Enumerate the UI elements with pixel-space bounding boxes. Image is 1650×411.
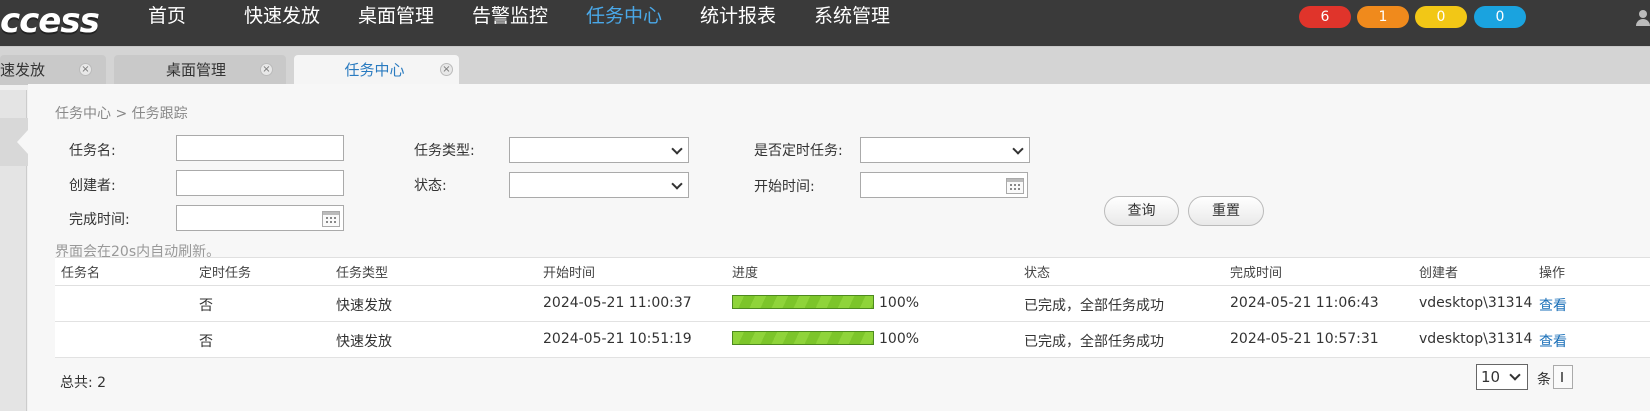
per-page-label: 条 <box>1537 372 1551 388</box>
finish-time-label: 完成时间: <box>69 212 130 228</box>
first-page-icon[interactable] <box>1553 365 1573 389</box>
close-icon[interactable]: × <box>260 63 273 76</box>
top-nav-bar: ccess 首页 快速发放 桌面管理 告警监控 任务中心 统计报表 系统管理 6… <box>0 0 1650 46</box>
page-size-select[interactable]: 10 <box>1476 364 1528 390</box>
scheduled-task-select[interactable] <box>860 137 1030 163</box>
column-header-progress[interactable]: 进度 <box>732 262 758 281</box>
table-row[interactable]: 否 快速发放 2024-05-21 10:51:19 100% 已完成，全部任务… <box>55 322 1650 358</box>
task-type-select[interactable] <box>509 137 689 163</box>
cell-start-time: 2024-05-21 10:51:19 <box>543 331 692 347</box>
calendar-icon[interactable] <box>322 211 340 227</box>
task-name-label: 任务名: <box>69 143 116 159</box>
creator-field[interactable] <box>176 170 344 196</box>
nav-item-alarm-monitoring[interactable]: 告警监控 <box>472 0 548 34</box>
breadcrumb: 任务中心 > 任务跟踪 <box>55 106 188 122</box>
tab-task-center[interactable]: 任务中心 × <box>294 55 459 85</box>
start-time-label: 开始时间: <box>754 179 815 195</box>
tab-label: 速发放 <box>0 61 46 79</box>
tab-label: 任务中心 <box>344 61 405 79</box>
nav-item-quick-deploy[interactable]: 快速发放 <box>244 0 320 34</box>
collapsed-sidebar <box>0 90 28 411</box>
alarm-badge-major[interactable]: 1 <box>1357 6 1409 28</box>
column-header-status[interactable]: 状态 <box>1024 262 1050 281</box>
creator-label: 创建者: <box>69 178 116 194</box>
view-link[interactable]: 查看 <box>1539 295 1567 315</box>
calendar-icon[interactable] <box>1006 178 1024 194</box>
view-link[interactable]: 查看 <box>1539 331 1567 351</box>
column-header-finish-time[interactable]: 完成时间 <box>1230 262 1282 281</box>
progress-bar <box>732 295 874 309</box>
finish-time-field[interactable] <box>176 205 344 231</box>
user-icon[interactable] <box>1636 10 1650 26</box>
column-header-scheduled[interactable]: 定时任务 <box>199 262 251 281</box>
content-area <box>28 84 1650 411</box>
chevron-down-icon <box>1012 143 1024 155</box>
column-header-actions: 操作 <box>1539 266 1566 281</box>
status-label: 状态: <box>414 178 447 194</box>
start-time-field[interactable] <box>860 172 1028 198</box>
progress-fill <box>733 296 873 308</box>
page-tab-strip: 速发放 × 桌面管理 × 任务中心 × <box>0 46 1650 85</box>
sidebar-toggle-icon[interactable] <box>0 118 28 166</box>
nav-item-statistics-reports[interactable]: 统计报表 <box>700 0 776 34</box>
close-icon[interactable]: × <box>79 63 92 76</box>
cell-creator: vdesktop\31314 <box>1419 295 1533 311</box>
nav-item-desktop-management[interactable]: 桌面管理 <box>358 0 434 34</box>
cell-task-type: 快速发放 <box>336 298 392 314</box>
finish-time-input[interactable] <box>177 206 343 230</box>
tab-quick-deploy[interactable]: 速发放 × <box>0 55 106 85</box>
column-header-creator[interactable]: 创建者 <box>1419 262 1458 281</box>
cell-finish-time: 2024-05-21 11:06:43 <box>1230 295 1379 311</box>
cell-start-time: 2024-05-21 11:00:37 <box>543 295 692 311</box>
cell-finish-time: 2024-05-21 10:57:31 <box>1230 331 1379 347</box>
cell-task-type: 快速发放 <box>336 334 392 350</box>
creator-input[interactable] <box>177 171 343 195</box>
progress-bar <box>732 331 874 345</box>
cell-status: 已完成，全部任务成功 <box>1024 298 1164 314</box>
table-row[interactable]: 否 快速发放 2024-05-21 11:00:37 100% 已完成，全部任务… <box>55 286 1650 322</box>
cell-progress-label: 100% <box>879 295 920 311</box>
cell-status: 已完成，全部任务成功 <box>1024 334 1164 350</box>
search-button[interactable]: 查询 <box>1104 196 1179 226</box>
cell-scheduled: 否 <box>199 298 213 314</box>
task-type-label: 任务类型: <box>414 143 475 159</box>
chevron-down-icon <box>1509 369 1521 381</box>
task-name-field[interactable] <box>176 135 344 161</box>
reset-button[interactable]: 重置 <box>1188 196 1264 226</box>
close-icon[interactable]: × <box>440 63 453 76</box>
table-header: 任务名 定时任务 任务类型 开始时间 进度 状态 完成时间 创建者 操作 <box>55 257 1650 286</box>
column-header-task-type[interactable]: 任务类型 <box>336 262 388 281</box>
cell-creator: vdesktop\31314 <box>1419 331 1533 347</box>
start-time-input[interactable] <box>861 173 1027 197</box>
nav-item-system-management[interactable]: 系统管理 <box>814 0 890 34</box>
total-count: 总共: 2 <box>60 375 107 391</box>
task-name-input[interactable] <box>177 136 343 160</box>
page-size-value: 10 <box>1481 368 1501 386</box>
alarm-badge-warning[interactable]: 0 <box>1474 6 1526 28</box>
column-header-start-time[interactable]: 开始时间 <box>543 262 595 281</box>
tab-desktop-management[interactable]: 桌面管理 × <box>114 55 286 85</box>
tab-label: 桌面管理 <box>165 61 226 79</box>
nav-item-task-center[interactable]: 任务中心 <box>586 0 662 34</box>
scheduled-task-label: 是否定时任务: <box>754 143 843 159</box>
column-header-task-name[interactable]: 任务名 <box>61 262 100 281</box>
cell-progress-label: 100% <box>879 331 920 347</box>
nav-item-home[interactable]: 首页 <box>148 0 186 34</box>
alarm-badge-minor[interactable]: 0 <box>1415 6 1467 28</box>
app-logo: ccess <box>0 1 100 41</box>
chevron-down-icon <box>671 178 683 190</box>
alarm-badge-critical[interactable]: 6 <box>1299 6 1351 28</box>
cell-scheduled: 否 <box>199 334 213 350</box>
status-select[interactable] <box>509 172 689 198</box>
progress-fill <box>733 332 873 344</box>
chevron-down-icon <box>671 143 683 155</box>
